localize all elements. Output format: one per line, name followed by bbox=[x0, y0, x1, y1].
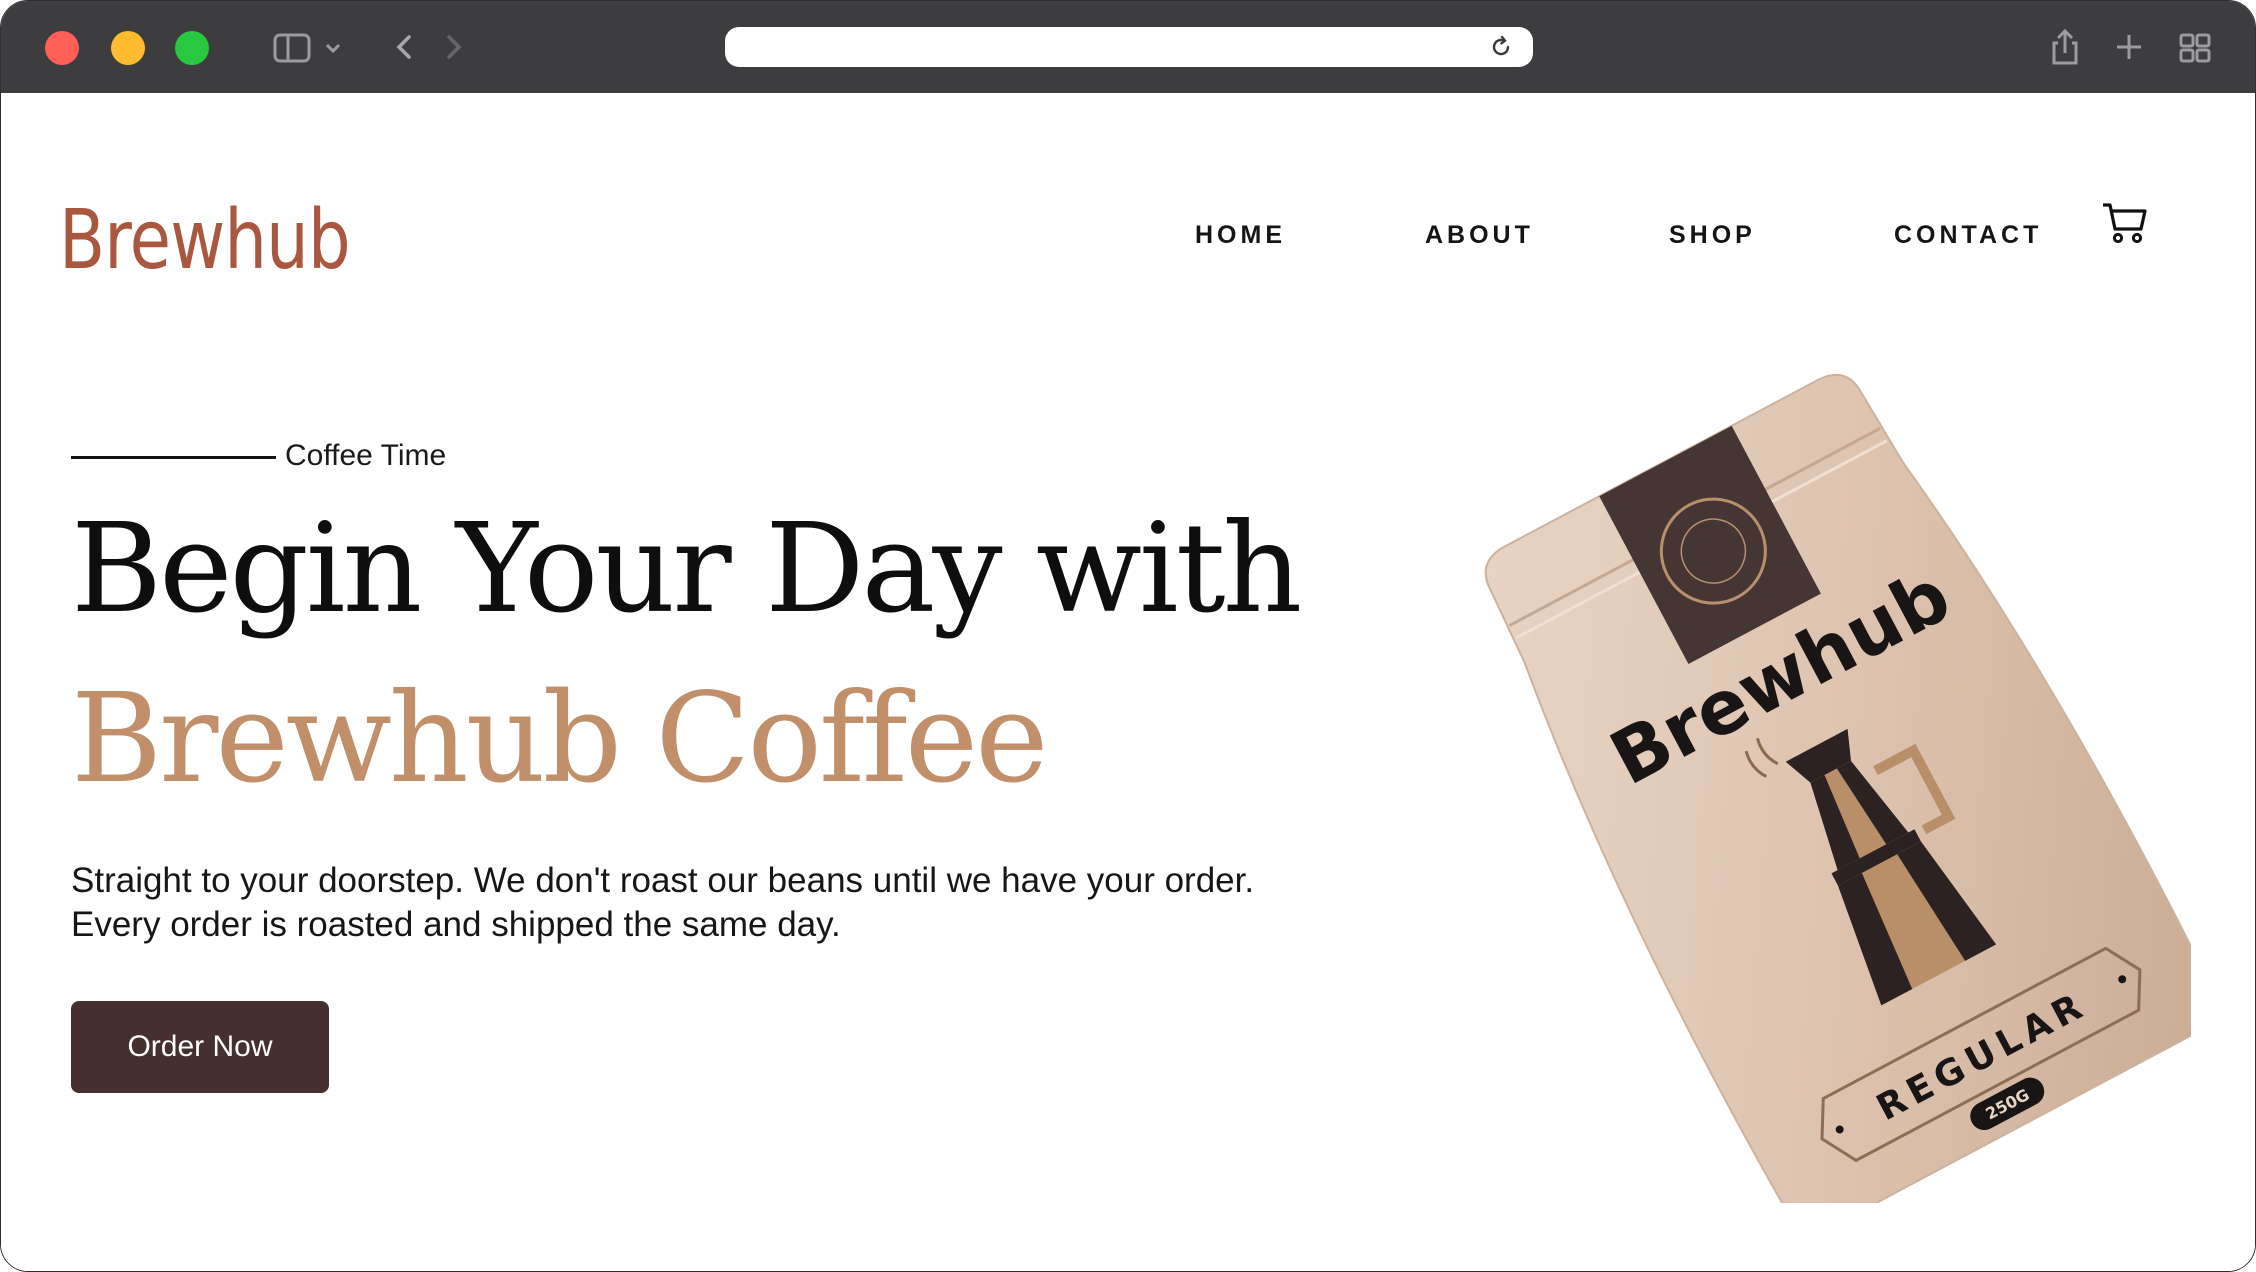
sidebar-toggle-icon[interactable] bbox=[273, 27, 343, 72]
landing-page: Brewhub HOME ABOUT SHOP CONTACT Coffee T… bbox=[1, 93, 2255, 1271]
browser-window: Brewhub HOME ABOUT SHOP CONTACT Coffee T… bbox=[0, 0, 2256, 1272]
maximize-window-button[interactable] bbox=[175, 31, 209, 65]
close-window-button[interactable] bbox=[45, 31, 79, 65]
tab-overview-icon[interactable] bbox=[2177, 27, 2213, 72]
hero-headline-line2: Brewhub Coffee bbox=[71, 667, 1049, 811]
logo-text: Brewhub bbox=[59, 193, 351, 288]
description-line-1: Straight to your doorstep. We don't roas… bbox=[71, 861, 1255, 900]
eyebrow-divider bbox=[71, 456, 276, 459]
coffee-bag-image: Brewhub REGULAR 250G bbox=[1471, 323, 2217, 1232]
forward-icon[interactable] bbox=[441, 27, 465, 72]
nav-shop[interactable]: SHOP bbox=[1669, 221, 1756, 250]
reload-icon[interactable] bbox=[1489, 35, 1513, 64]
eyebrow-text: Coffee Time bbox=[285, 439, 447, 472]
cart-icon[interactable] bbox=[2101, 199, 2149, 252]
minimize-window-button[interactable] bbox=[111, 31, 145, 65]
hero-headline-line1: Begin Your Day with bbox=[71, 497, 1302, 641]
description-line-2: Every order is roasted and shipped the s… bbox=[71, 905, 841, 944]
browser-toolbar bbox=[1, 1, 2255, 93]
back-icon[interactable] bbox=[393, 27, 417, 72]
order-now-button[interactable]: Order Now bbox=[71, 1001, 329, 1093]
brewhub-logo[interactable]: Brewhub bbox=[59, 193, 414, 288]
new-tab-icon[interactable] bbox=[2111, 27, 2147, 72]
nav-about[interactable]: ABOUT bbox=[1425, 221, 1534, 250]
nav-home[interactable]: HOME bbox=[1195, 221, 1286, 250]
address-bar[interactable] bbox=[725, 27, 1533, 67]
share-icon[interactable] bbox=[2047, 27, 2083, 72]
nav-contact[interactable]: CONTACT bbox=[1894, 221, 2042, 250]
hero-description: Straight to your doorstep. We don't roas… bbox=[71, 859, 1471, 947]
